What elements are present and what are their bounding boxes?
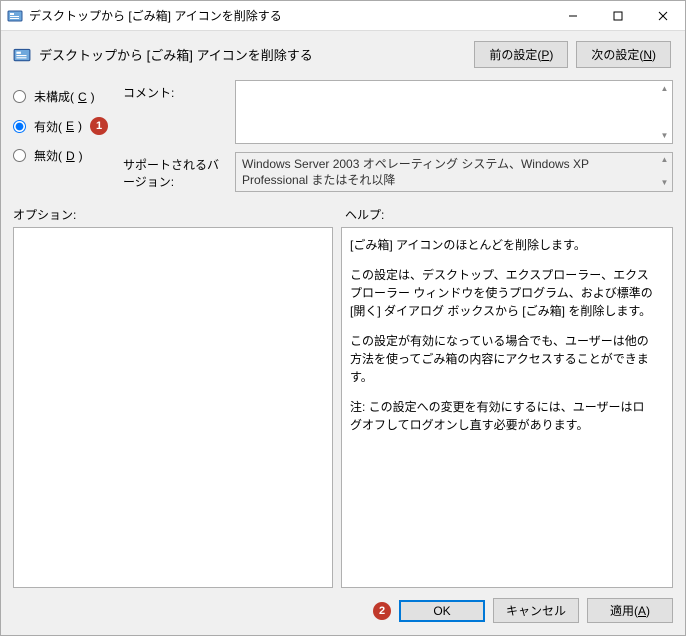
apply-hotkey: A <box>638 604 646 618</box>
state-radios: 未構成( C) 有効( E) 1 無効( D) <box>13 80 113 192</box>
help-panel: [ごみ箱] アイコンのほとんどを削除します。 この設定は、デスクトップ、エクスプ… <box>341 227 673 588</box>
radio-nc-hotkey: C <box>78 90 87 104</box>
prev-label: 前の設定( <box>489 48 541 62</box>
maximize-button[interactable] <box>595 1 640 30</box>
next-hotkey: N <box>643 48 652 62</box>
next-label: 次の設定( <box>591 48 643 62</box>
close-button[interactable] <box>640 1 685 30</box>
ok-button[interactable]: OK <box>399 600 485 622</box>
policy-icon <box>7 8 23 24</box>
comment-label: コメント: <box>123 80 227 101</box>
previous-setting-button[interactable]: 前の設定(P) <box>474 41 568 68</box>
policy-dialog: デスクトップから [ごみ箱] アイコンを削除する デスクトップから [ごみ箱] … <box>0 0 686 636</box>
apply-button[interactable]: 適用(A) <box>587 598 673 623</box>
radio-disabled-input[interactable] <box>13 149 26 162</box>
footer: 2 OK キャンセル 適用(A) <box>1 588 685 635</box>
radio-not-configured-input[interactable] <box>13 90 26 103</box>
policy-header-icon <box>13 46 31 64</box>
prev-suffix: ) <box>549 48 553 62</box>
options-panel <box>13 227 333 588</box>
options-label: オプション: <box>13 206 345 223</box>
window-controls <box>550 1 685 30</box>
radio-enabled-input[interactable] <box>13 120 26 133</box>
cancel-button[interactable]: キャンセル <box>493 598 579 623</box>
section-labels: オプション: ヘルプ: <box>1 196 685 227</box>
scroll-up-icon[interactable]: ▲ <box>658 82 671 95</box>
help-p1: [ごみ箱] アイコンのほとんどを削除します。 <box>350 236 654 254</box>
minimize-button[interactable] <box>550 1 595 30</box>
supported-on-box: Windows Server 2003 オペレーティング システム、Window… <box>235 152 673 192</box>
radio-enabled[interactable]: 有効( E) 1 <box>13 117 113 135</box>
apply-label: 適用( <box>610 604 638 618</box>
header: デスクトップから [ごみ箱] アイコンを削除する 前の設定(P) 次の設定(N) <box>1 31 685 74</box>
next-setting-button[interactable]: 次の設定(N) <box>576 41 671 68</box>
scroll-down-icon[interactable]: ▼ <box>658 129 671 142</box>
radio-not-configured[interactable]: 未構成( C) <box>13 88 113 105</box>
help-label: ヘルプ: <box>345 206 673 223</box>
next-suffix: ) <box>652 48 656 62</box>
radio-di-suffix: ) <box>79 149 83 163</box>
radio-not-configured-label: 未構成( <box>34 88 74 105</box>
apply-suffix: ) <box>646 604 650 618</box>
help-p3: この設定が有効になっている場合でも、ユーザーは他の方法を使ってごみ箱の内容にアク… <box>350 332 654 386</box>
top-area: 未構成( C) 有効( E) 1 無効( D) コメント: ▲ ▼ <box>1 74 685 196</box>
callout-1: 1 <box>90 117 108 135</box>
help-p2: この設定は、デスクトップ、エクスプローラー、エクスプローラー ウィンドウを使うプ… <box>350 266 654 320</box>
titlebar[interactable]: デスクトップから [ごみ箱] アイコンを削除する <box>1 1 685 31</box>
scroll-up-icon[interactable]: ▲ <box>658 154 671 167</box>
fields-column: コメント: ▲ ▼ サポートされるバージョン: Windows Server 2… <box>123 80 673 192</box>
help-p4: 注: この設定への変更を有効にするには、ユーザーはログオフしてログオンし直す必要… <box>350 398 654 434</box>
window-title: デスクトップから [ごみ箱] アイコンを削除する <box>29 7 550 24</box>
supported-value: Windows Server 2003 オペレーティング システム、Window… <box>242 157 589 187</box>
radio-nc-suffix: ) <box>91 90 95 104</box>
nav-buttons: 前の設定(P) 次の設定(N) <box>474 41 673 68</box>
radio-di-hotkey: D <box>66 149 75 163</box>
panels: [ごみ箱] アイコンのほとんどを削除します。 この設定は、デスクトップ、エクスプ… <box>1 227 685 588</box>
radio-en-suffix: ) <box>78 119 82 133</box>
radio-disabled-label: 無効( <box>34 147 62 164</box>
supported-label: サポートされるバージョン: <box>123 152 227 190</box>
radio-disabled[interactable]: 無効( D) <box>13 147 113 164</box>
callout-2: 2 <box>373 602 391 620</box>
radio-en-hotkey: E <box>66 119 74 133</box>
comment-textarea[interactable]: ▲ ▼ <box>235 80 673 144</box>
policy-title: デスクトップから [ごみ箱] アイコンを削除する <box>39 45 466 64</box>
radio-enabled-label: 有効( <box>34 118 62 135</box>
scroll-down-icon[interactable]: ▼ <box>658 177 671 190</box>
